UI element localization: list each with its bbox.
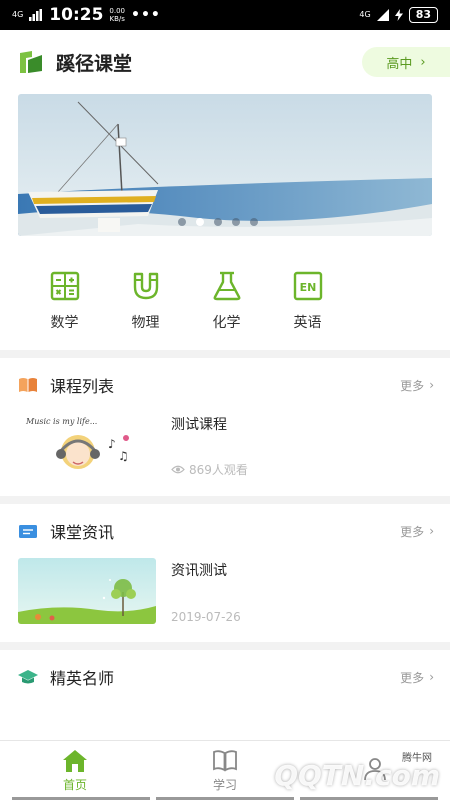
network-speed: 0.00 KB/s xyxy=(109,7,126,23)
subject-label: 物理 xyxy=(131,315,160,331)
news-thumbnail-image xyxy=(18,558,156,624)
network-indicator-right: 4G xyxy=(359,10,371,19)
carousel-dot[interactable] xyxy=(214,218,222,226)
carousel-dot[interactable] xyxy=(178,218,186,226)
more-link[interactable]: 更多 › xyxy=(400,523,434,540)
banner-carousel[interactable] xyxy=(18,94,432,236)
thumbnail-text: Music is my life... xyxy=(25,417,97,426)
section-header: 课程列表 更多 › xyxy=(0,358,450,412)
subject-physics[interactable]: 物理 xyxy=(105,270,186,332)
grade-level-label: 高中 xyxy=(386,56,413,72)
section-title: 课程列表 xyxy=(50,377,115,396)
book-open-icon xyxy=(213,749,237,772)
more-label: 更多 xyxy=(400,378,425,393)
calculator-icon xyxy=(50,271,79,301)
chevron-right-icon: › xyxy=(429,524,434,538)
subject-chemistry[interactable]: 化学 xyxy=(186,270,267,332)
section-header: 课堂资讯 更多 › xyxy=(0,504,450,558)
svg-text:♫: ♫ xyxy=(118,449,129,463)
tab-label: 首页 xyxy=(62,777,87,792)
flask-icon xyxy=(213,271,240,301)
watermark-check-icon xyxy=(236,760,271,791)
banner-image xyxy=(18,94,432,236)
carousel-dots xyxy=(178,218,258,226)
section-title: 课堂资讯 xyxy=(50,523,115,542)
chevron-right-icon: › xyxy=(420,54,426,70)
news-icon xyxy=(19,525,37,538)
more-label: 更多 xyxy=(400,524,425,539)
app-header: 蹊径课堂 高中 › xyxy=(0,30,450,94)
list-item[interactable]: Music is my life... ♪ ♫ 测试课程 869人观看 xyxy=(0,412,450,496)
book-icon xyxy=(19,378,37,392)
watermark-logo: QQTN.com xyxy=(236,759,440,792)
view-count-label: 869人观看 xyxy=(189,463,248,477)
subject-grid: 数学 物理 化学 EN 英语 xyxy=(0,236,450,350)
item-info: 测试课程 869人观看 xyxy=(171,412,248,478)
item-info: 资讯测试 2019-07-26 xyxy=(171,558,241,624)
app-title: 蹊径课堂 xyxy=(56,52,133,75)
battery-indicator: 83 xyxy=(408,7,438,23)
subject-math[interactable]: 数学 xyxy=(24,270,105,332)
subject-label: 英语 xyxy=(293,315,322,331)
network-indicator: 4G xyxy=(12,10,24,19)
carousel-dot-active[interactable] xyxy=(196,218,204,226)
more-notifications: ••• xyxy=(131,7,161,23)
clock: 10:25 xyxy=(49,5,104,25)
top-section: 数学 物理 化学 EN 英语 xyxy=(0,94,450,350)
svg-text:EN: EN xyxy=(299,281,316,294)
course-thumbnail-image: Music is my life... ♪ ♫ xyxy=(18,412,156,478)
news-date: 2019-07-26 xyxy=(171,610,241,624)
graduation-cap-icon xyxy=(18,670,38,684)
charging-icon xyxy=(394,9,403,21)
svg-text:♪: ♪ xyxy=(108,437,116,451)
app-logo-icon xyxy=(20,51,42,73)
subject-english[interactable]: EN 英语 xyxy=(267,270,348,332)
eye-icon xyxy=(171,465,185,474)
tab-label: 学习 xyxy=(212,777,237,792)
carousel-dot[interactable] xyxy=(250,218,258,226)
carousel-dot[interactable] xyxy=(232,218,240,226)
more-link[interactable]: 更多 › xyxy=(400,377,434,394)
en-icon: EN xyxy=(293,271,322,301)
signal-icon xyxy=(29,9,43,21)
news-section: 课堂资讯 更多 › 资讯测试 2019-07-26 xyxy=(0,504,450,642)
section-title: 精英名师 xyxy=(50,669,115,688)
course-thumbnail: Music is my life... ♪ ♫ xyxy=(18,412,156,478)
course-title: 测试课程 xyxy=(171,417,227,433)
home-icon xyxy=(63,749,87,772)
subject-label: 化学 xyxy=(212,315,241,331)
grade-level-selector[interactable]: 高中 › xyxy=(362,47,450,77)
signal-icon-right xyxy=(376,9,389,21)
more-link[interactable]: 更多 › xyxy=(400,669,434,686)
chevron-right-icon: › xyxy=(429,670,434,684)
magnet-icon xyxy=(133,272,158,300)
news-thumbnail xyxy=(18,558,156,624)
section-header: 精英名师 更多 › xyxy=(0,650,450,704)
watermark-text: QQTN.com xyxy=(274,759,440,792)
more-label: 更多 xyxy=(400,670,425,685)
subject-label: 数学 xyxy=(50,315,79,331)
course-list-section: 课程列表 更多 › Music is my life... ♪ ♫ 测试课程 8… xyxy=(0,358,450,496)
view-count: 869人观看 xyxy=(171,461,248,478)
news-title: 资讯测试 xyxy=(171,563,227,579)
chevron-right-icon: › xyxy=(429,378,434,392)
tab-home[interactable]: 首页 xyxy=(0,741,150,800)
list-item[interactable]: 资讯测试 2019-07-26 xyxy=(0,558,450,642)
status-bar: 4G 10:25 0.00 KB/s ••• 4G 83 xyxy=(0,0,450,30)
